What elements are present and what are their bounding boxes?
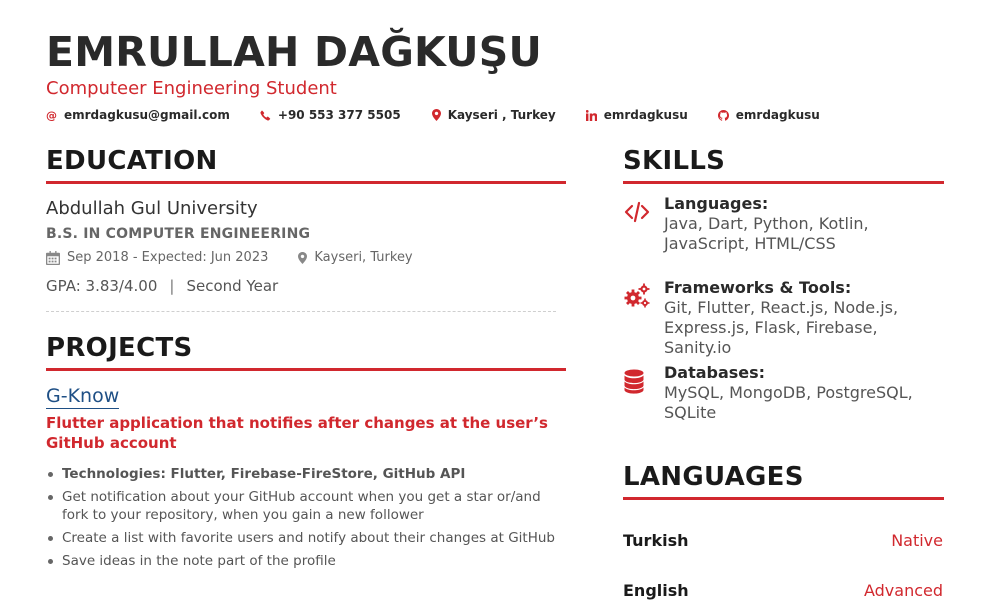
languages-heading: LANGUAGES [623,462,804,492]
projects-divider [46,368,566,371]
list-item: Technologies: Flutter, Firebase-FireStor… [46,465,566,483]
skill-label: Databases: [664,363,766,382]
language-level: Native [891,531,943,550]
calendar-icon [46,250,60,265]
skill-frameworks: Frameworks & Tools: Git, Flutter, React.… [623,278,943,358]
projects-heading: PROJECTS [46,333,193,363]
contact-phone[interactable]: +90 553 377 5505 [260,108,401,122]
education-year: Second Year [186,277,279,295]
skill-value: Java, Dart, Python, Kotlin, JavaScript, … [664,214,869,253]
education-divider [46,181,566,184]
map-marker-icon [431,109,441,121]
linkedin-text: emrdagkusu [603,108,688,122]
email-text: emrdagkusu@gmail.com [64,108,230,122]
skill-databases: Databases: MySQL, MongoDB, PostgreSQL, S… [623,363,943,423]
gpa-separator: | [169,277,175,295]
skill-value: Git, Flutter, React.js, Node.js, Express… [664,298,899,357]
cogs-icon [623,282,651,310]
code-icon [623,198,651,226]
language-row: English Advanced [623,581,943,600]
linkedin-icon [585,109,597,121]
education-location: Kayseri, Turkey [314,250,413,265]
skills-divider [623,181,944,184]
languages-divider [623,497,944,500]
database-icon [623,367,651,395]
location-text: Kayseri , Turkey [447,108,556,122]
phone-icon [260,110,271,121]
candidate-name: EMRULLAH DAĞKUŞU [46,28,543,76]
map-marker-icon [298,251,308,264]
education-dashed-divider [46,311,556,312]
github-text: emrdagkusu [735,108,820,122]
skill-value: MySQL, MongoDB, PostgreSQL, SQLite [664,383,913,422]
skill-label: Frameworks & Tools: [664,278,852,297]
contact-bar: @ emrdagkusu@gmail.com +90 553 377 5505 … [46,107,820,123]
contact-github[interactable]: emrdagkusu [717,108,820,122]
contact-email[interactable]: @ emrdagkusu@gmail.com [46,108,230,122]
list-item: Create a list with favorite users and no… [46,529,566,547]
education-degree: B.S. IN COMPUTER ENGINEERING [46,226,311,242]
project-bullet-list: Technologies: Flutter, Firebase-FireStor… [46,465,566,575]
education-gpa-line: GPA: 3.83/4.00 | Second Year [46,277,278,295]
project-description: Flutter application that notifies after … [46,414,548,452]
resume-page: EMRULLAH DAĞKUŞU Computeer Engineering S… [0,0,988,605]
language-row: Turkish Native [623,531,943,550]
at-icon: @ [46,108,57,122]
list-item: Get notification about your GitHub accou… [46,488,566,524]
project-title-link[interactable]: G-Know [46,385,120,409]
candidate-title: Computeer Engineering Student [46,78,337,99]
language-name: English [623,581,689,600]
education-school: Abdullah Gul University [46,198,258,219]
skills-heading: SKILLS [623,146,726,176]
education-meta: Sep 2018 - Expected: Jun 2023 Kayseri, T… [46,250,413,265]
education-heading: EDUCATION [46,146,218,176]
contact-location: Kayseri , Turkey [431,108,556,122]
github-icon [717,109,729,121]
list-item: Save ideas in the note part of the profi… [46,552,566,570]
phone-text: +90 553 377 5505 [277,108,401,122]
language-level: Advanced [863,581,943,600]
education-gpa: GPA: 3.83/4.00 [46,277,158,295]
contact-linkedin[interactable]: emrdagkusu [585,108,688,122]
education-dates: Sep 2018 - Expected: Jun 2023 [67,250,269,265]
skill-label: Languages: [664,194,769,213]
skill-languages: Languages: Java, Dart, Python, Kotlin, J… [623,194,943,254]
language-name: Turkish [623,531,689,550]
